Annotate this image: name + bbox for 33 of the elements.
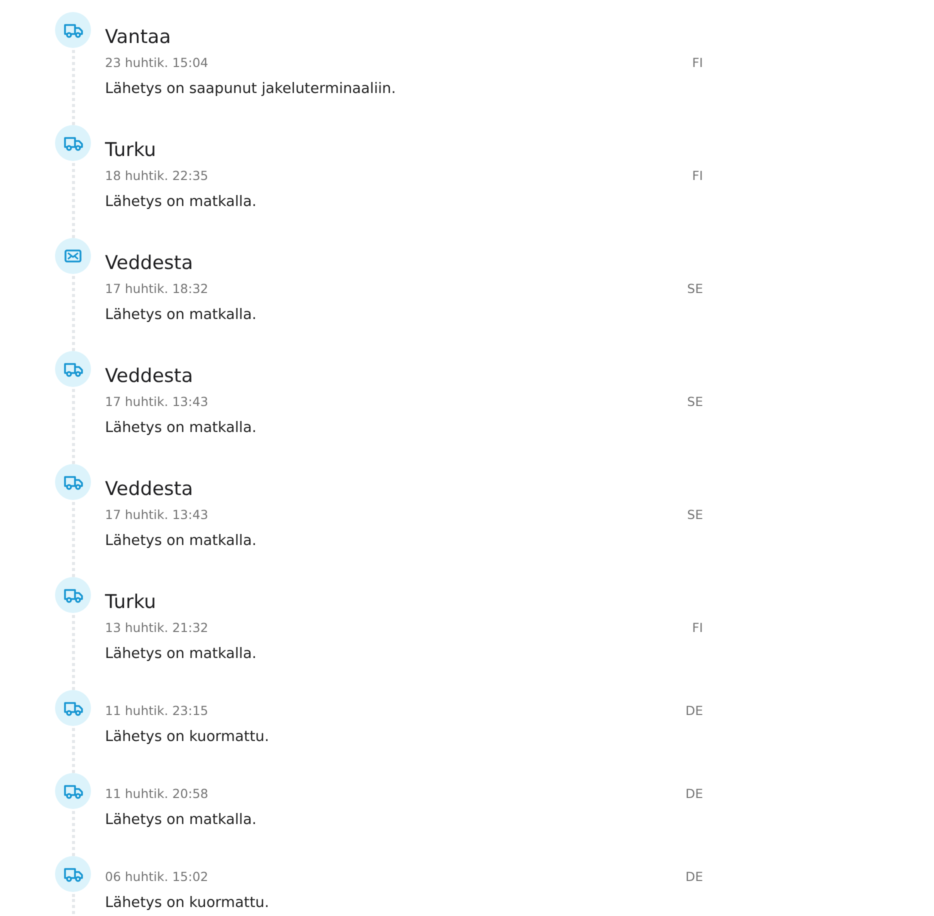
event-date: 11 huhtik. 23:15 [105,702,208,720]
country-code: SE [687,280,703,298]
country-code: SE [687,506,703,524]
country-code: FI [692,167,703,185]
event-message: Lähetys on kuormattu. [105,894,270,913]
country-code: FI [692,54,703,72]
event-date: 11 huhtik. 20:58 [105,785,208,803]
country-code: FI [692,619,703,637]
event-message: Lähetys on matkalla. [105,306,258,325]
location-title: Veddesta [105,364,194,389]
event-date: 13 huhtik. 21:32 [105,619,208,637]
event-date: 06 huhtik. 15:02 [105,868,208,886]
event-message: Lähetys on matkalla. [105,532,258,551]
event-message: Lähetys on saapunut jakeluterminaaliin. [105,80,397,99]
event-message: Lähetys on kuormattu. [105,728,270,747]
location-title: Veddesta [105,251,194,276]
event-date: 23 huhtik. 15:04 [105,54,208,72]
country-code: DE [685,702,703,720]
location-title: Vantaa [105,25,172,50]
event-date: 17 huhtik. 13:43 [105,506,208,524]
event-message: Lähetys on matkalla. [105,193,258,212]
country-code: DE [685,868,703,886]
country-code: DE [685,785,703,803]
event-message: Lähetys on matkalla. [105,645,258,664]
event-message: Lähetys on matkalla. [105,811,258,830]
country-code: SE [687,393,703,411]
location-title: Turku [105,590,158,615]
event-date: 17 huhtik. 13:43 [105,393,208,411]
event-date: 18 huhtik. 22:35 [105,167,208,185]
location-title: Turku [105,138,158,163]
event-date: 17 huhtik. 18:32 [105,280,208,298]
location-title: Veddesta [105,477,194,502]
event-message: Lähetys on matkalla. [105,419,258,438]
